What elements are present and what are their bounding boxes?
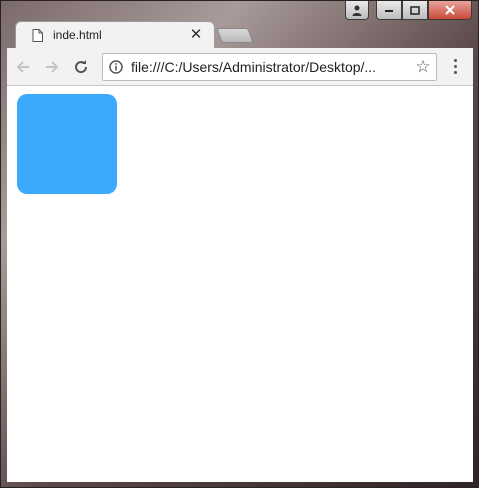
minimize-icon	[385, 10, 393, 12]
reload-button[interactable]	[68, 54, 94, 80]
arrow-left-icon	[16, 60, 29, 73]
info-icon[interactable]	[109, 59, 123, 74]
window-buttons	[376, 1, 472, 21]
menu-dot	[453, 71, 457, 74]
arrow-right-icon	[46, 60, 59, 73]
window-controls	[345, 1, 472, 21]
forward-button[interactable]	[39, 54, 65, 80]
vertical-dots-icon[interactable]	[447, 57, 463, 77]
active-tab[interactable]: inde.html ✕	[15, 21, 215, 48]
new-tab-button[interactable]	[216, 28, 254, 43]
window-close-button[interactable]	[428, 1, 472, 20]
toolbar: file:///C:/Users/Administrator/Desktop/.…	[7, 48, 473, 86]
star-icon[interactable]: ☆	[412, 57, 434, 77]
address-bar[interactable]: file:///C:/Users/Administrator/Desktop/.…	[102, 52, 437, 81]
profile-button[interactable]	[345, 1, 369, 20]
maximize-button[interactable]	[402, 1, 428, 20]
back-button[interactable]	[10, 54, 36, 80]
tab-title: inde.html	[53, 28, 102, 42]
close-icon	[445, 5, 455, 15]
document-icon	[32, 28, 43, 42]
reload-icon	[75, 59, 88, 73]
blue-square	[17, 94, 117, 194]
tab-close-button[interactable]: ✕	[188, 26, 204, 43]
url-text[interactable]: file:///C:/Users/Administrator/Desktop/.…	[131, 59, 412, 75]
maximize-icon	[410, 5, 420, 15]
minimize-button[interactable]	[376, 1, 402, 20]
menu-dot	[453, 59, 457, 62]
page-viewport	[7, 86, 473, 482]
menu-dot	[453, 65, 457, 68]
person-icon	[352, 5, 362, 16]
browser-window: inde.html ✕ file:///C:/Users/Administrat…	[0, 0, 479, 488]
